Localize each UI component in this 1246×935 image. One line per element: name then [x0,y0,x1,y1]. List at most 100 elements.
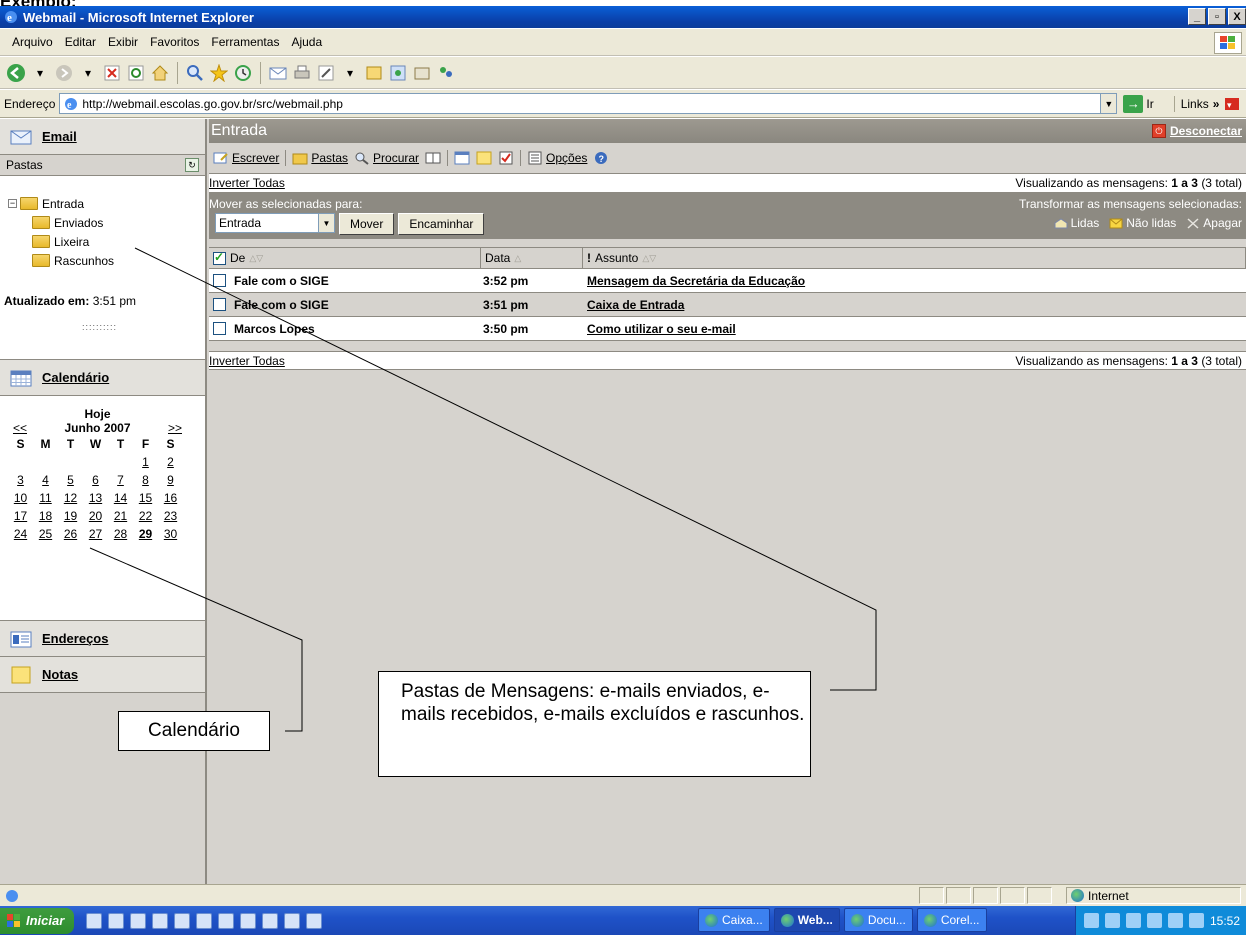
disconnect-button[interactable]: ⏻ Desconectar [1151,124,1242,138]
calendar-day[interactable]: 27 [83,525,108,543]
calendar-day[interactable]: 2 [158,453,183,471]
sidebar-addresses-header[interactable]: Endereços [0,621,205,657]
quicklaunch-icon[interactable] [152,912,169,929]
close-button[interactable]: X [1228,8,1246,25]
minimize-button[interactable]: _ [1188,8,1206,25]
addresses-link[interactable]: Endereços [42,631,108,646]
history-icon[interactable] [233,63,253,83]
sort-icon[interactable]: △▽ [642,253,656,264]
quicklaunch-icon[interactable] [306,912,323,929]
message-row[interactable]: Fale com o SIGE 3:52 pm Mensagem da Secr… [209,269,1246,293]
users-icon[interactable] [436,63,456,83]
quicklaunch-icon[interactable] [196,912,213,929]
dropdown-icon[interactable]: ▾ [78,63,98,83]
folders-button[interactable]: Pastas [292,151,348,165]
email-link[interactable]: Email [42,129,77,144]
sidebar-notes-header[interactable]: Notas [0,657,205,693]
calendar-button[interactable] [454,151,470,165]
tray-icon[interactable] [1167,913,1183,928]
message-checkbox[interactable] [213,274,226,287]
column-from[interactable]: De △▽ [209,248,481,268]
column-date[interactable]: Data △ [481,248,583,268]
calendar-day[interactable]: 21 [108,507,133,525]
calendar-day[interactable]: 17 [8,507,33,525]
quicklaunch-icon[interactable] [130,912,147,929]
tray-icon[interactable] [1188,913,1204,928]
column-subject[interactable]: ! Assunto △▽ [583,248,1246,268]
tray-icon[interactable] [1104,913,1120,928]
help-button[interactable]: ? [593,151,609,165]
message-subject-link[interactable]: Mensagem da Secretária da Educação [587,274,805,288]
message-subject-link[interactable]: Como utilizar o seu e-mail [587,322,736,336]
research-icon[interactable] [412,63,432,83]
calendar-day[interactable]: 20 [83,507,108,525]
calendar-next-month[interactable]: >> [161,421,189,435]
calendar-day[interactable]: 10 [8,489,33,507]
task-button-webmail[interactable]: Web... [773,908,840,932]
notes-link[interactable]: Notas [42,667,78,682]
select-dropdown-icon[interactable]: ▼ [318,214,334,232]
quicklaunch-icon[interactable] [218,912,235,929]
compose-button[interactable]: Escrever [213,151,279,165]
stop-icon[interactable] [102,63,122,83]
address-dropdown-icon[interactable]: ▼ [1100,94,1117,113]
menu-favoritos[interactable]: Favoritos [144,35,205,49]
mark-unread-button[interactable]: Não lidas [1109,216,1176,230]
calendar-day[interactable]: 29 [133,525,158,543]
calendar-day[interactable]: 13 [83,489,108,507]
address-input[interactable]: e http://webmail.escolas.go.gov.br/src/w… [59,93,1118,114]
calendar-day[interactable]: 12 [58,489,83,507]
menu-ajuda[interactable]: Ajuda [285,35,328,49]
quicklaunch-icon[interactable] [86,912,103,929]
message-row[interactable]: Fale com o SIGE 3:51 pm Caixa de Entrada [209,293,1246,317]
quicklaunch-icon[interactable] [284,912,301,929]
calendar-day[interactable]: 4 [33,471,58,489]
mail-icon[interactable] [268,63,288,83]
calendar-prev-month[interactable]: << [6,421,34,435]
move-target-select[interactable]: Entrada ▼ [215,213,335,233]
calendar-link[interactable]: Calendário [42,370,109,385]
forward-icon[interactable] [54,63,74,83]
discuss-icon[interactable] [364,63,384,83]
calendar-day[interactable]: 1 [133,453,158,471]
calendar-day[interactable]: 6 [83,471,108,489]
quicklaunch-icon[interactable] [262,912,279,929]
dropdown-icon[interactable]: ▾ [30,63,50,83]
calendar-day[interactable]: 7 [108,471,133,489]
menu-ferramentas[interactable]: Ferramentas [205,35,285,49]
links-toolbar[interactable]: Links » ▾ [1173,95,1242,112]
print-icon[interactable] [292,63,312,83]
menu-exibir[interactable]: Exibir [102,35,144,49]
quicklaunch-icon[interactable] [174,912,191,929]
resize-grip[interactable]: :::::::::: [82,322,117,332]
dropdown-icon[interactable]: ▾ [340,63,360,83]
calendar-day[interactable]: 18 [33,507,58,525]
calendar-day[interactable]: 22 [133,507,158,525]
mark-read-button[interactable]: Lidas [1054,216,1099,230]
invert-selection-link[interactable]: Inverter Todas [209,176,285,190]
home-icon[interactable] [150,63,170,83]
tray-icon[interactable] [1083,913,1099,928]
folder-entrada[interactable]: − Entrada [8,194,205,213]
quicklaunch-icon[interactable] [240,912,257,929]
tasks-button[interactable] [498,151,514,165]
calendar-day[interactable]: 19 [58,507,83,525]
folder-lixeira[interactable]: Lixeira [8,232,205,251]
start-button[interactable]: Iniciar [0,907,75,934]
calendar-day[interactable]: 11 [33,489,58,507]
invert-selection-link[interactable]: Inverter Todas [209,354,285,368]
message-checkbox[interactable] [213,322,226,335]
edit-icon[interactable] [316,63,336,83]
message-checkbox[interactable] [213,298,226,311]
calendar-day[interactable]: 26 [58,525,83,543]
tray-icon[interactable] [1146,913,1162,928]
message-row[interactable]: Marcos Lopes 3:50 pm Como utilizar o seu… [209,317,1246,341]
calendar-day[interactable]: 16 [158,489,183,507]
sidebar-calendar-header[interactable]: Calendário [0,360,205,396]
clock[interactable]: 15:52 [1210,914,1240,928]
calendar-day[interactable]: 8 [133,471,158,489]
search-icon[interactable] [185,63,205,83]
quicklaunch-icon[interactable] [108,912,125,929]
options-button[interactable]: Opções [527,151,587,165]
calendar-day[interactable]: 30 [158,525,183,543]
